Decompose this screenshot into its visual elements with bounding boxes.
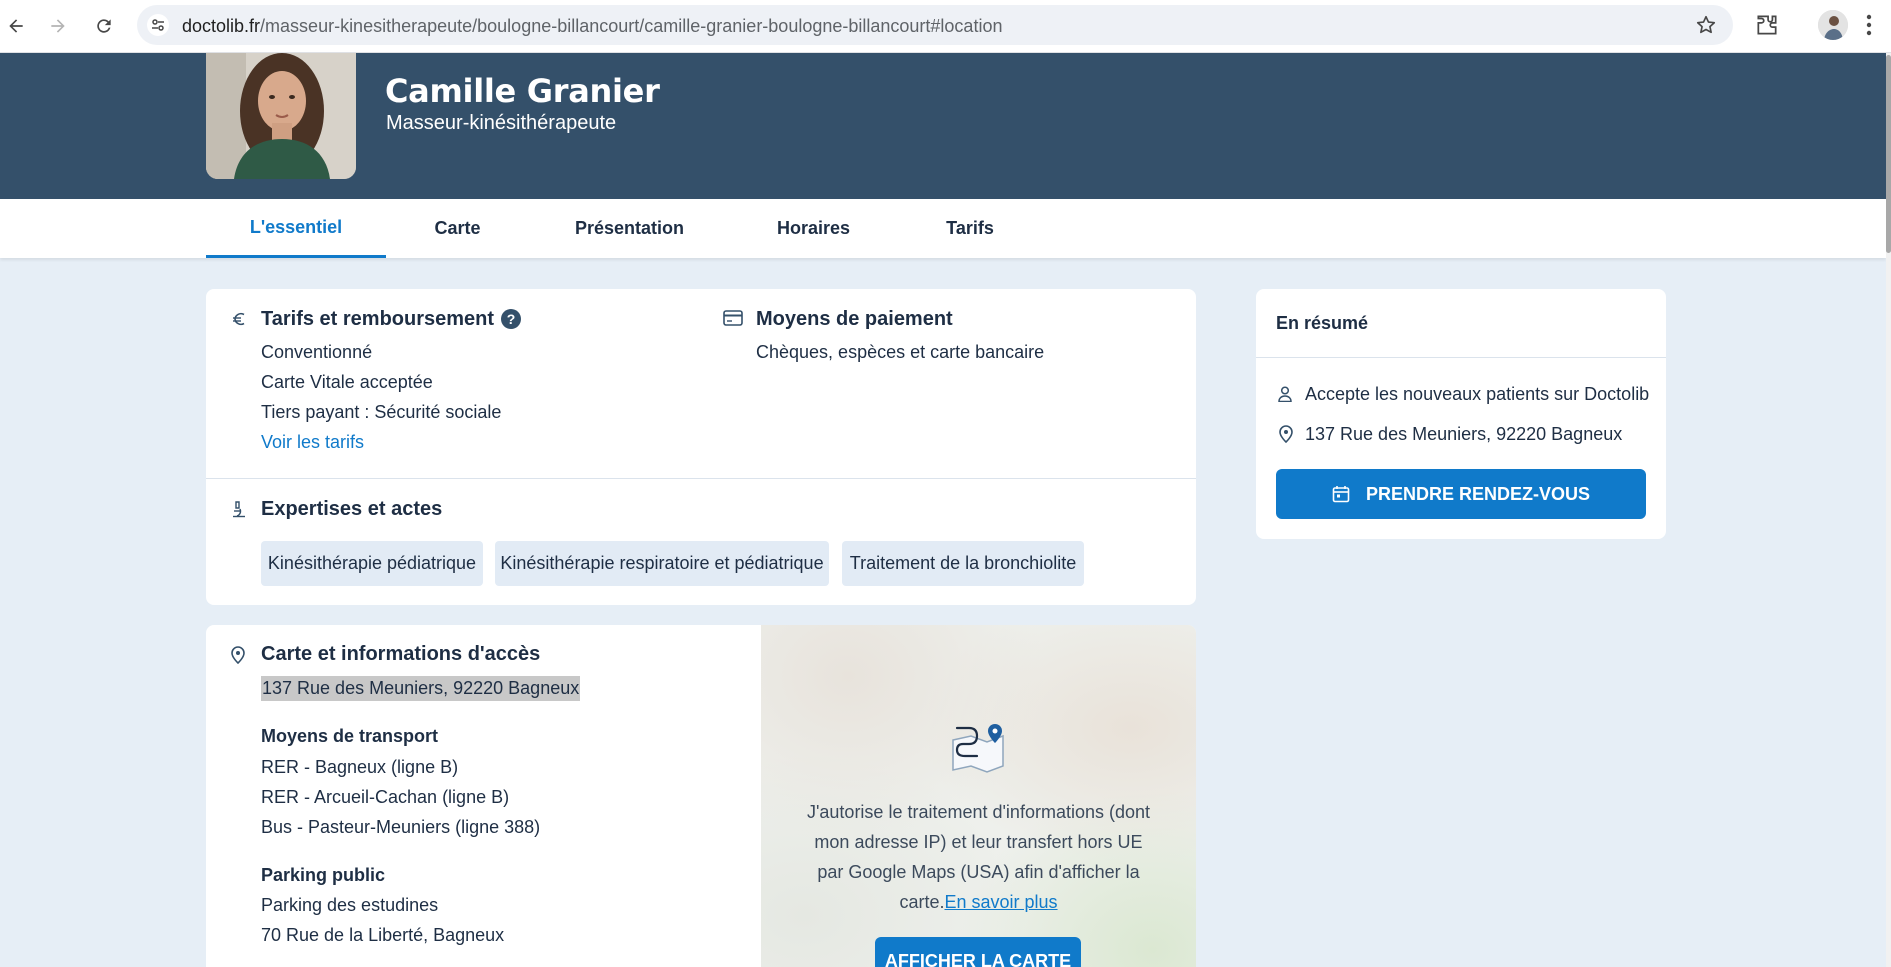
tab-carte[interactable]: Carte (386, 199, 529, 258)
tab-horaires[interactable]: Horaires (730, 199, 897, 258)
expertise-tag: Kinésithérapie respiratoire et pédiatriq… (495, 541, 829, 586)
menu-icon[interactable] (1864, 12, 1874, 38)
summary-address: 137 Rue des Meuniers, 92220 Bagneux (1305, 424, 1623, 444)
tarifs-line: Carte Vitale acceptée (261, 372, 433, 392)
transport-item: RER - Bagneux (ligne B) (261, 757, 459, 777)
expertises-title: Expertises et actes (261, 498, 443, 520)
acces-title: Carte et informations d'accès (261, 643, 541, 665)
expertise-tag: Kinésithérapie pédiatrique (261, 541, 483, 586)
tarifs-line: Tiers payant : Sécurité sociale (261, 402, 502, 422)
back-button[interactable] (0, 10, 32, 42)
bookmark-star-icon[interactable] (1695, 14, 1717, 36)
forward-button[interactable] (42, 10, 74, 42)
summary-divider (1256, 357, 1666, 358)
help-icon[interactable]: ? (500, 308, 522, 330)
doctor-name: Camille Granier (385, 72, 660, 110)
url-text: doctolib.fr/masseur-kinesitherapeute/bou… (182, 16, 1003, 36)
person-icon (1278, 386, 1292, 402)
doctor-photo (206, 53, 356, 179)
extensions-icon[interactable] (1754, 12, 1780, 38)
voir-tarifs-link[interactable]: Voir les tarifs (261, 432, 364, 453)
arrow-right-icon (51, 19, 65, 33)
tab-tarifs[interactable]: Tarifs (897, 199, 1043, 258)
location-pin-icon (231, 646, 245, 664)
parking-item: Parking des estudines (261, 895, 439, 915)
expertise-tag: Traitement de la bronchiolite (842, 541, 1084, 586)
parking-title: Parking public (261, 865, 386, 885)
reload-icon (97, 19, 111, 33)
tab-presentation[interactable]: Présentation (529, 199, 730, 258)
map-consent-text: J'autorise le traitement d'informations … (806, 802, 1151, 912)
transport-title: Moyens de transport (261, 726, 439, 746)
page-scrollbar-thumb[interactable] (1886, 55, 1891, 253)
calendar-icon (1332, 486, 1350, 503)
tarifs-line: Conventionné (261, 342, 373, 362)
en-savoir-plus-link[interactable]: En savoir plus (944, 892, 1057, 912)
address-bar[interactable]: doctolib.fr/masseur-kinesitherapeute/bou… (137, 5, 1733, 45)
transport-item: Bus - Pasteur-Meuniers (ligne 388) (261, 817, 541, 837)
paiement-title: Moyens de paiement (756, 308, 953, 330)
profile-avatar[interactable] (1818, 10, 1848, 40)
map-route-icon (952, 724, 1004, 773)
card-divider (206, 478, 1196, 479)
svg-text:?: ? (507, 311, 516, 327)
book-appointment-label: PRENDRE RENDEZ-VOUS (1365, 483, 1591, 504)
location-pin-icon (1279, 425, 1293, 443)
book-appointment-button[interactable]: PRENDRE RENDEZ-VOUS (1276, 469, 1646, 519)
arrow-left-icon (9, 19, 23, 33)
doctor-specialty: Masseur-kinésithérapeute (386, 112, 617, 134)
browser-toolbar: doctolib.fr/masseur-kinesitherapeute/bou… (0, 0, 1891, 53)
summary-new-patients: Accepte les nouveaux patients sur Doctol… (1305, 384, 1650, 404)
tarifs-title: Tarifs et remboursement (261, 308, 495, 330)
map-consent-panel: J'autorise le traitement d'informations … (761, 625, 1196, 967)
microscope-icon (233, 501, 245, 518)
transport-item: RER - Arcueil-Cachan (ligne B) (261, 787, 510, 807)
reload-button[interactable] (88, 10, 120, 42)
site-settings-icon[interactable] (147, 14, 169, 36)
show-map-button[interactable]: AFFICHER LA CARTE (875, 937, 1081, 967)
summary-title: En résumé (1276, 313, 1369, 333)
euro-icon (233, 312, 245, 326)
paiement-text: Chèques, espèces et carte bancaire (756, 342, 1045, 362)
credit-card-icon (723, 310, 743, 326)
tab-essentiel[interactable]: L'essentiel (206, 199, 386, 258)
acces-address: 137 Rue des Meuniers, 92220 Bagneux (261, 676, 581, 701)
section-tabs: L'essentiel Carte Présentation Horaires … (0, 199, 1886, 258)
parking-item: 70 Rue de la Liberté, Bagneux (261, 925, 505, 945)
